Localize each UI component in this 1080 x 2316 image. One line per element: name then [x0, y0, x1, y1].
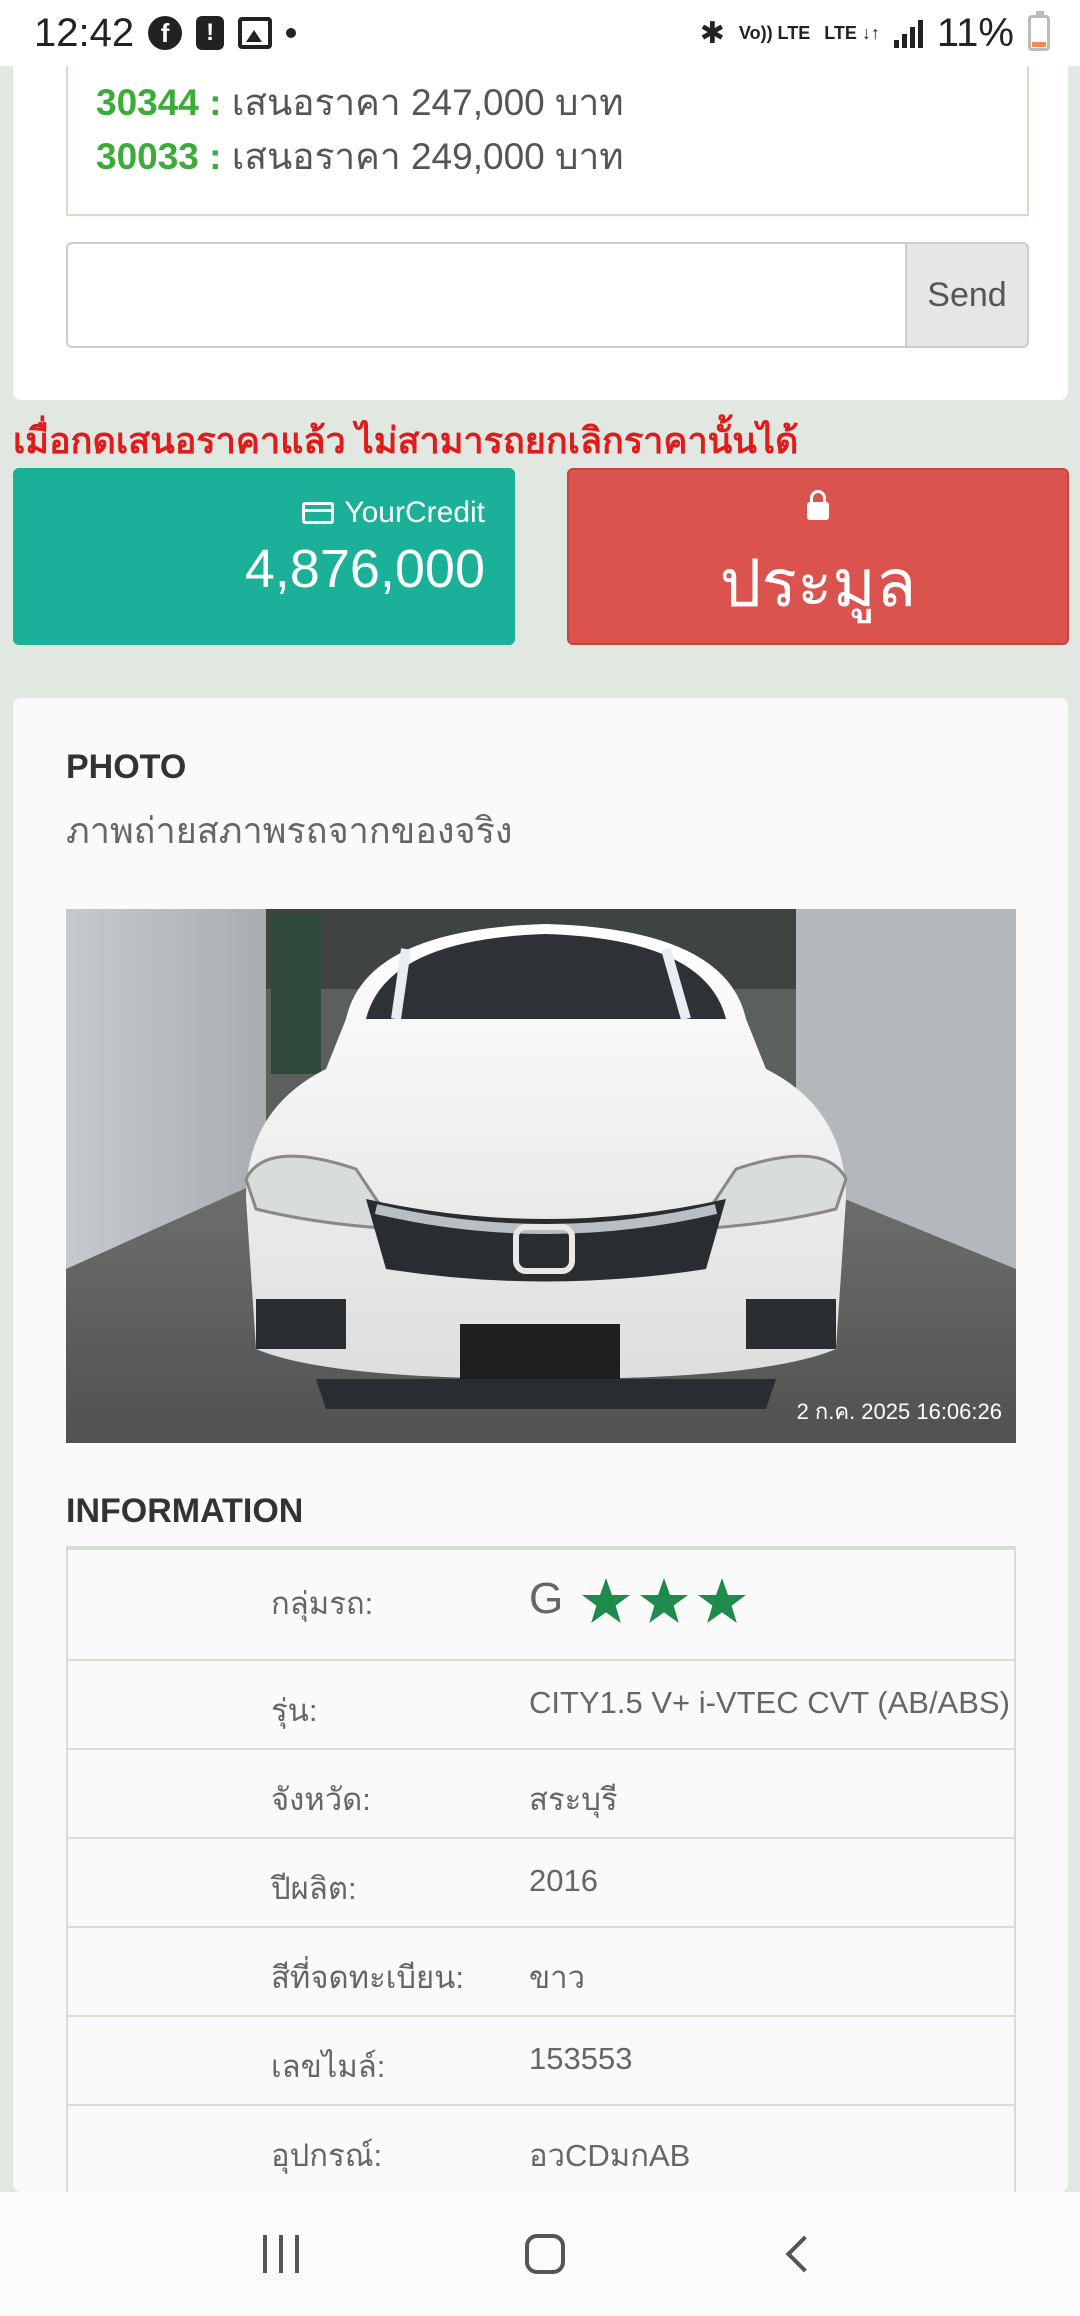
- battery-icon: [1028, 11, 1050, 51]
- table-row: อุปกรณ์: อวCDมกAB: [66, 2105, 1016, 2195]
- star-icon: [581, 1578, 630, 1623]
- more-notifications-icon: [286, 28, 297, 38]
- credit-card-icon: [302, 502, 335, 524]
- photo-timestamp: 2 ก.ค. 2025 16:06:26: [796, 1399, 1002, 1424]
- rating-stars: [572, 1578, 746, 1623]
- info-value: G: [529, 1548, 1016, 1661]
- gallery-icon: [238, 17, 273, 49]
- status-time: 12:42: [34, 10, 135, 55]
- lte-icon: LTE ↓↑: [824, 23, 880, 43]
- credit-box: YourCredit 4,876,000: [13, 468, 515, 645]
- car-photo[interactable]: 2 ก.ค. 2025 16:06:26: [66, 909, 1016, 1443]
- offer-bidder-id: 30033 :: [96, 136, 222, 177]
- bluetooth-icon: ✱: [699, 16, 725, 50]
- bid-button[interactable]: ประมูล: [567, 468, 1069, 645]
- status-bar: 12:42 f ! ✱ Vo)) LTE LTE ↓↑ 11%: [0, 0, 1080, 66]
- info-value: CITY1.5 V+ i-VTEC CVT (AB/ABS): [529, 1660, 1016, 1750]
- offer-bidder-id: 30344 :: [96, 82, 222, 123]
- facebook-icon: f: [148, 16, 183, 50]
- info-value: 2016: [529, 1838, 1016, 1928]
- home-button[interactable]: [525, 2234, 565, 2274]
- photo-section-title: PHOTO: [66, 748, 187, 786]
- recent-apps-button[interactable]: [263, 2235, 299, 2273]
- credit-label-row: YourCredit: [13, 496, 485, 530]
- info-label: ปีผลิต:: [66, 1838, 529, 1928]
- info-value: ขาว: [529, 1927, 1016, 2017]
- volte-icon: Vo)) LTE: [738, 23, 811, 43]
- info-label: สีที่จดทะเบียน:: [66, 1927, 529, 2017]
- offer-item: 30033 : เสนอราคา 249,000 บาท: [96, 130, 1027, 184]
- vehicle-card: PHOTO ภาพถ่ายสภาพรถจากของจริง 2 ก.ค. 202…: [13, 698, 1068, 2195]
- offer-list: 30344 : เสนอราคา 247,000 บาท 30033 : เสน…: [66, 66, 1029, 216]
- info-label: จังหวัด:: [66, 1749, 529, 1839]
- information-title: INFORMATION: [66, 1492, 304, 1530]
- info-label: รุ่น:: [66, 1660, 529, 1750]
- info-label: กลุ่มรถ:: [66, 1548, 529, 1661]
- info-label: อุปกรณ์:: [66, 2105, 529, 2195]
- vehicle-grade: G: [529, 1574, 564, 1623]
- table-row: รุ่น: CITY1.5 V+ i-VTEC CVT (AB/ABS): [66, 1660, 1016, 1750]
- table-row: กลุ่มรถ: G: [66, 1548, 1016, 1661]
- offer-card: 30344 : เสนอราคา 247,000 บาท 30033 : เสน…: [13, 66, 1068, 400]
- star-icon: [639, 1578, 688, 1623]
- message-input[interactable]: [66, 242, 905, 348]
- alert-icon: !: [196, 16, 225, 50]
- car-photo-illustration: [66, 909, 1016, 1443]
- info-value: สระบุรี: [529, 1749, 1016, 1839]
- send-button[interactable]: Send: [905, 242, 1029, 348]
- credit-value: 4,876,000: [244, 539, 485, 599]
- credit-label: YourCredit: [344, 496, 485, 529]
- table-row: ปีผลิต: 2016: [66, 1838, 1016, 1928]
- offer-item: 30344 : เสนอราคา 247,000 บาท: [96, 76, 1027, 130]
- offer-text: เสนอราคา 249,000 บาท: [221, 136, 624, 177]
- navigation-bar: [0, 2192, 1080, 2316]
- lock-icon: [807, 490, 829, 520]
- table-row: จังหวัด: สระบุรี: [66, 1749, 1016, 1839]
- info-label: เลขไมล์:: [66, 2016, 529, 2106]
- info-value: อวCDมกAB: [529, 2105, 1016, 2195]
- message-row: Send: [66, 242, 1029, 348]
- signal-icon: [893, 18, 923, 48]
- photo-section-subtitle: ภาพถ่ายสภาพรถจากของจริง: [66, 810, 513, 851]
- back-button[interactable]: [785, 2235, 823, 2273]
- information-table: กลุ่มรถ: G รุ่น: CITY1.5 V+ i-VTEC CVT (…: [66, 1546, 1016, 2195]
- table-row: สีที่จดทะเบียน: ขาว: [66, 1927, 1016, 2017]
- info-value: 153553: [529, 2016, 1016, 2106]
- warning-text: เมื่อกดเสนอราคาแล้ว ไม่สามารถยกเลิกราคาน…: [13, 420, 799, 461]
- star-icon: [697, 1578, 746, 1623]
- battery-percent: 11%: [936, 10, 1014, 55]
- table-row: เลขไมล์: 153553: [66, 2016, 1016, 2106]
- bid-button-label: ประมูล: [719, 546, 917, 620]
- offer-text: เสนอราคา 247,000 บาท: [221, 82, 624, 123]
